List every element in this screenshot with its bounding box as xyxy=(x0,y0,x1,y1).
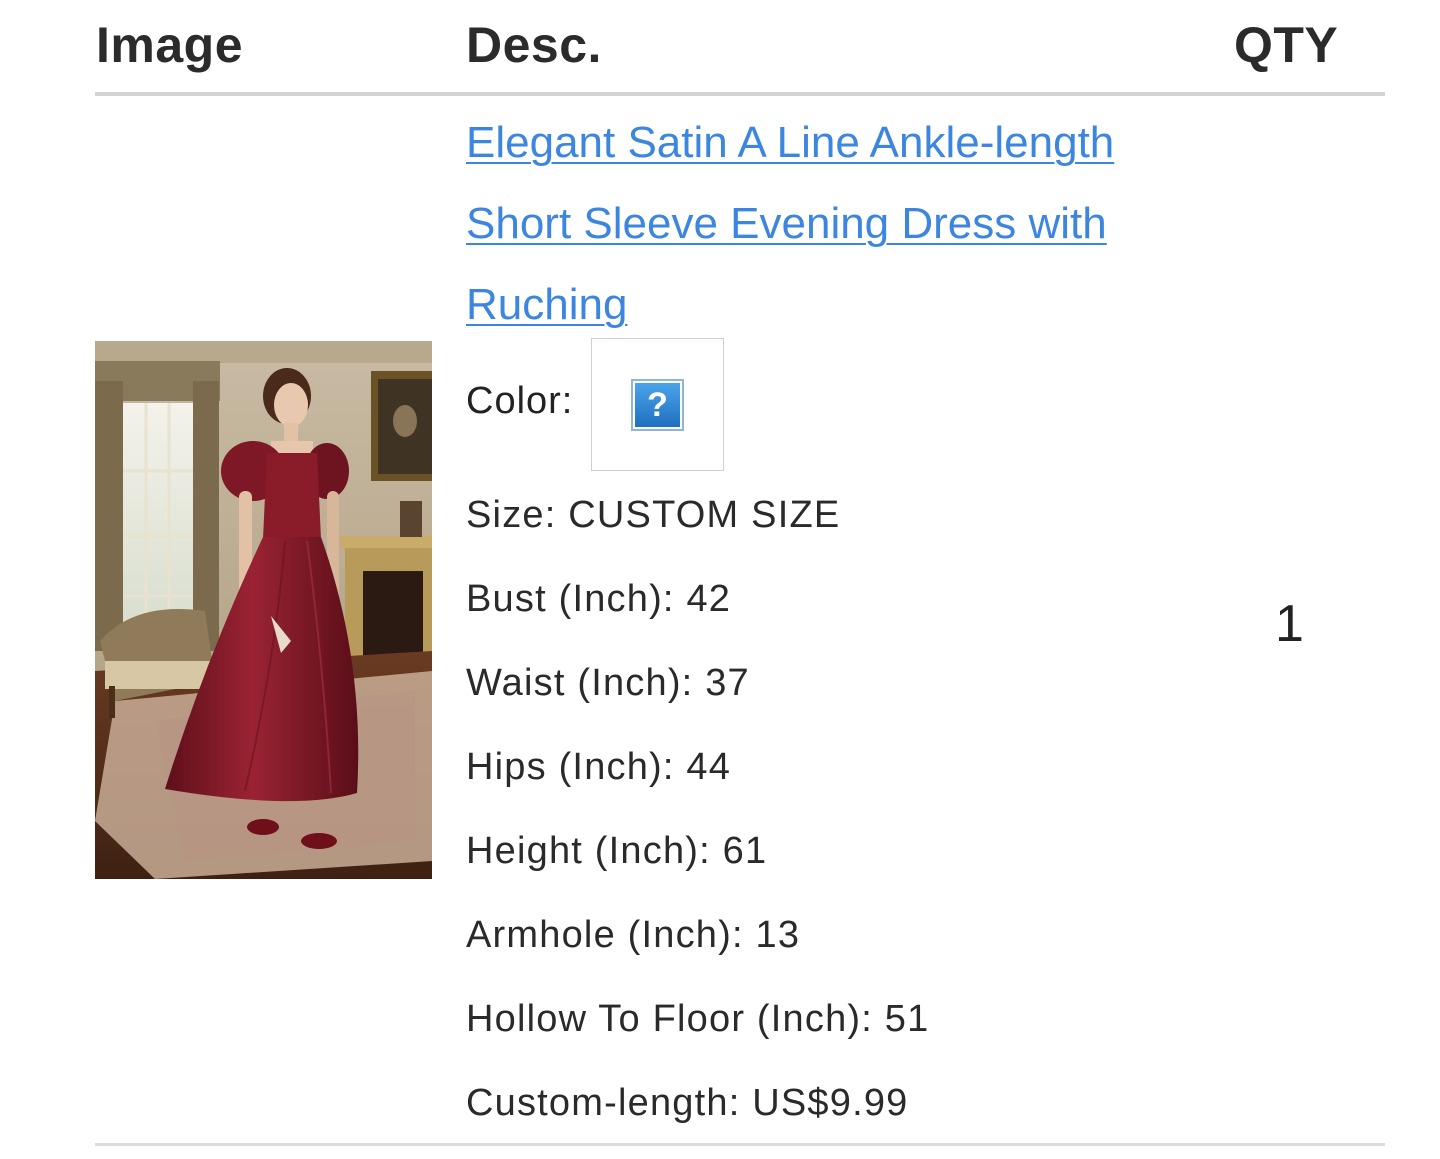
spec-height: Height (Inch): 61 xyxy=(466,830,768,872)
header-quantity: QTY xyxy=(1234,17,1339,73)
product-title-link[interactable]: Elegant Satin A Line Ankle-length Short … xyxy=(466,102,1126,345)
quantity-value: 1 xyxy=(1275,595,1304,653)
header-description: Desc. xyxy=(466,17,602,73)
product-image[interactable] xyxy=(95,341,432,879)
header-image: Image xyxy=(96,17,244,73)
row-divider xyxy=(95,1143,1385,1146)
header-divider xyxy=(95,92,1385,96)
table-header: Image Desc. QTY xyxy=(0,0,1440,92)
spec-hips: Hips (Inch): 44 xyxy=(466,746,732,788)
spec-armhole: Armhole (Inch): 13 xyxy=(466,914,801,956)
spec-custom-length: Custom-length: US$9.99 xyxy=(466,1082,909,1124)
color-swatch[interactable]: ? xyxy=(591,338,724,471)
spec-hollow-to-floor: Hollow To Floor (Inch): 51 xyxy=(466,998,930,1040)
spec-bust: Bust (Inch): 42 xyxy=(466,578,732,620)
color-label: Color: xyxy=(466,380,574,422)
spec-size: Size: CUSTOM SIZE xyxy=(466,494,841,536)
missing-image-icon: ? xyxy=(631,379,684,431)
spec-waist: Waist (Inch): 37 xyxy=(466,662,750,704)
